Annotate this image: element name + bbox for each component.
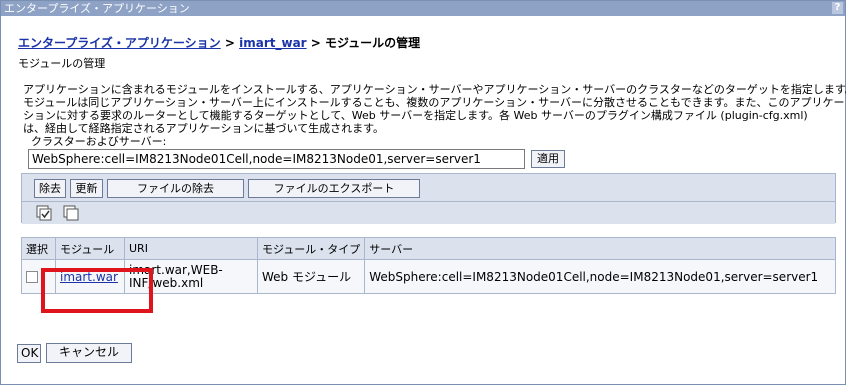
breadcrumb-current: モジュールの管理 [325, 36, 421, 50]
breadcrumb-separator: > [220, 36, 240, 50]
description-line: ションに対する要求のルーターとして機能するターゲットとして、Web サーバーを指… [23, 109, 808, 122]
toolbar-icon-row [22, 202, 835, 224]
module-type-cell: Web モジュール [256, 259, 366, 294]
page-description: アプリケーションに含まれるモジュールをインストールする、アプリケーション・サーバ… [23, 83, 846, 135]
update-button[interactable]: 更新 [70, 179, 103, 198]
module-cell: imart.war [55, 259, 125, 294]
select-all-icon[interactable] [36, 205, 53, 222]
header-module[interactable]: モジュール [55, 237, 125, 260]
header-select: 選択 [21, 237, 56, 260]
window-titlebar: エンタープライズ・アプリケーション ? [1, 1, 845, 16]
remove-file-button[interactable]: ファイルの除去 [107, 179, 244, 198]
description-line: アプリケーションに含まれるモジュールをインストールする、アプリケーション・サーバ… [23, 83, 846, 96]
breadcrumb: エンタープライズ・アプリケーション > imart_war > モジュールの管理 [18, 34, 420, 51]
header-server[interactable]: サーバー [364, 237, 836, 260]
deselect-all-icon[interactable] [63, 205, 80, 222]
export-file-button[interactable]: ファイルのエクスポート [248, 179, 420, 198]
cluster-server-select[interactable]: WebSphere:cell=IM8213Node01Cell,node=IM8… [28, 149, 525, 169]
description-line: モジュールは同じアプリケーション・サーバー上にインストールすることも、複数のアプ… [23, 96, 845, 109]
uri-cell: imart.war,WEB- INF/web.xml [124, 259, 258, 294]
select-cell [21, 259, 56, 294]
window-title: エンタープライズ・アプリケーション [4, 2, 190, 15]
table-row: imart.war imart.war,WEB- INF/web.xml Web… [21, 259, 836, 294]
toolbar-button-row: 除去 更新 ファイルの除去 ファイルのエクスポート [22, 174, 835, 202]
row-select-checkbox[interactable] [26, 271, 38, 283]
ok-button[interactable]: OK [17, 344, 41, 363]
cancel-button[interactable]: キャンセル [46, 343, 132, 363]
page-subtitle: モジュールの管理 [18, 57, 106, 70]
breadcrumb-enterprise-apps-link[interactable]: エンタープライズ・アプリケーション [18, 36, 221, 50]
breadcrumb-separator: > [306, 36, 326, 50]
server-cell: WebSphere:cell=IM8213Node01Cell,node=IM8… [364, 259, 836, 294]
breadcrumb-imart-war-link[interactable]: imart_war [239, 36, 306, 50]
remove-button[interactable]: 除去 [34, 179, 66, 198]
module-table: 選択 モジュール URI モジュール・タイプ サーバー imart.war im… [21, 237, 836, 294]
apply-button[interactable]: 適用 [531, 150, 565, 168]
uri-text: INF/web.xml [129, 275, 204, 290]
scope-label: クラスターおよびサーバー: [31, 135, 167, 148]
module-link[interactable]: imart.war [60, 270, 118, 284]
app-window: エンタープライズ・アプリケーション ? エンタープライズ・アプリケーション > … [0, 0, 846, 385]
help-icon[interactable]: ? [832, 2, 843, 14]
table-header-row: 選択 モジュール URI モジュール・タイプ サーバー [21, 237, 836, 260]
module-toolbar: 除去 更新 ファイルの除去 ファイルのエクスポート [21, 173, 836, 224]
header-uri[interactable]: URI [124, 237, 258, 260]
uri-text: imart.war,WEB- [129, 262, 223, 277]
header-module-type[interactable]: モジュール・タイプ [256, 237, 366, 260]
